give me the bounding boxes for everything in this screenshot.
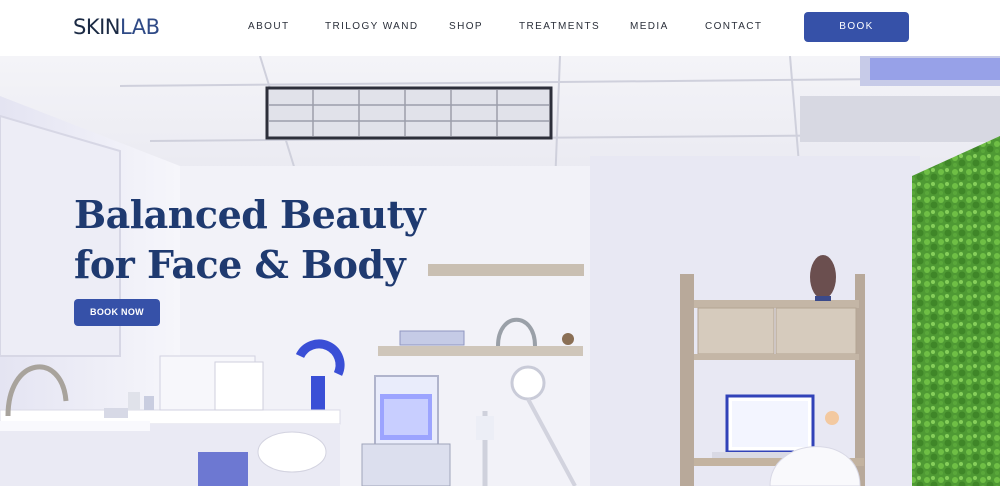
nav-trilogy-wand[interactable]: TRILOGY WAND: [325, 20, 418, 34]
site-header: SKINLAB ABOUT TRILOGY WAND SHOP TREATMEN…: [0, 0, 1000, 56]
logo-lab-text: LAB: [120, 15, 160, 39]
nav-shop[interactable]: SHOP: [449, 20, 483, 34]
book-now-button[interactable]: BOOK NOW: [74, 299, 160, 326]
hero-title: Balanced Beauty for Face & Body: [74, 190, 474, 290]
hero-title-line-2: for Face & Body: [74, 242, 406, 287]
skinlab-logo[interactable]: SKINLAB: [73, 14, 160, 40]
logo-skin-text: SKIN: [73, 15, 121, 39]
nav-treatments[interactable]: TREATMENTS: [519, 20, 600, 34]
hero-section: Balanced Beauty for Face & Body BOOK NOW: [0, 56, 1000, 486]
book-button[interactable]: BOOK: [804, 12, 909, 42]
nav-about[interactable]: ABOUT: [248, 20, 289, 34]
nav-media[interactable]: MEDIA: [630, 20, 669, 34]
hero-title-line-1: Balanced Beauty: [74, 192, 426, 237]
nav-contact[interactable]: CONTACT: [705, 20, 762, 34]
